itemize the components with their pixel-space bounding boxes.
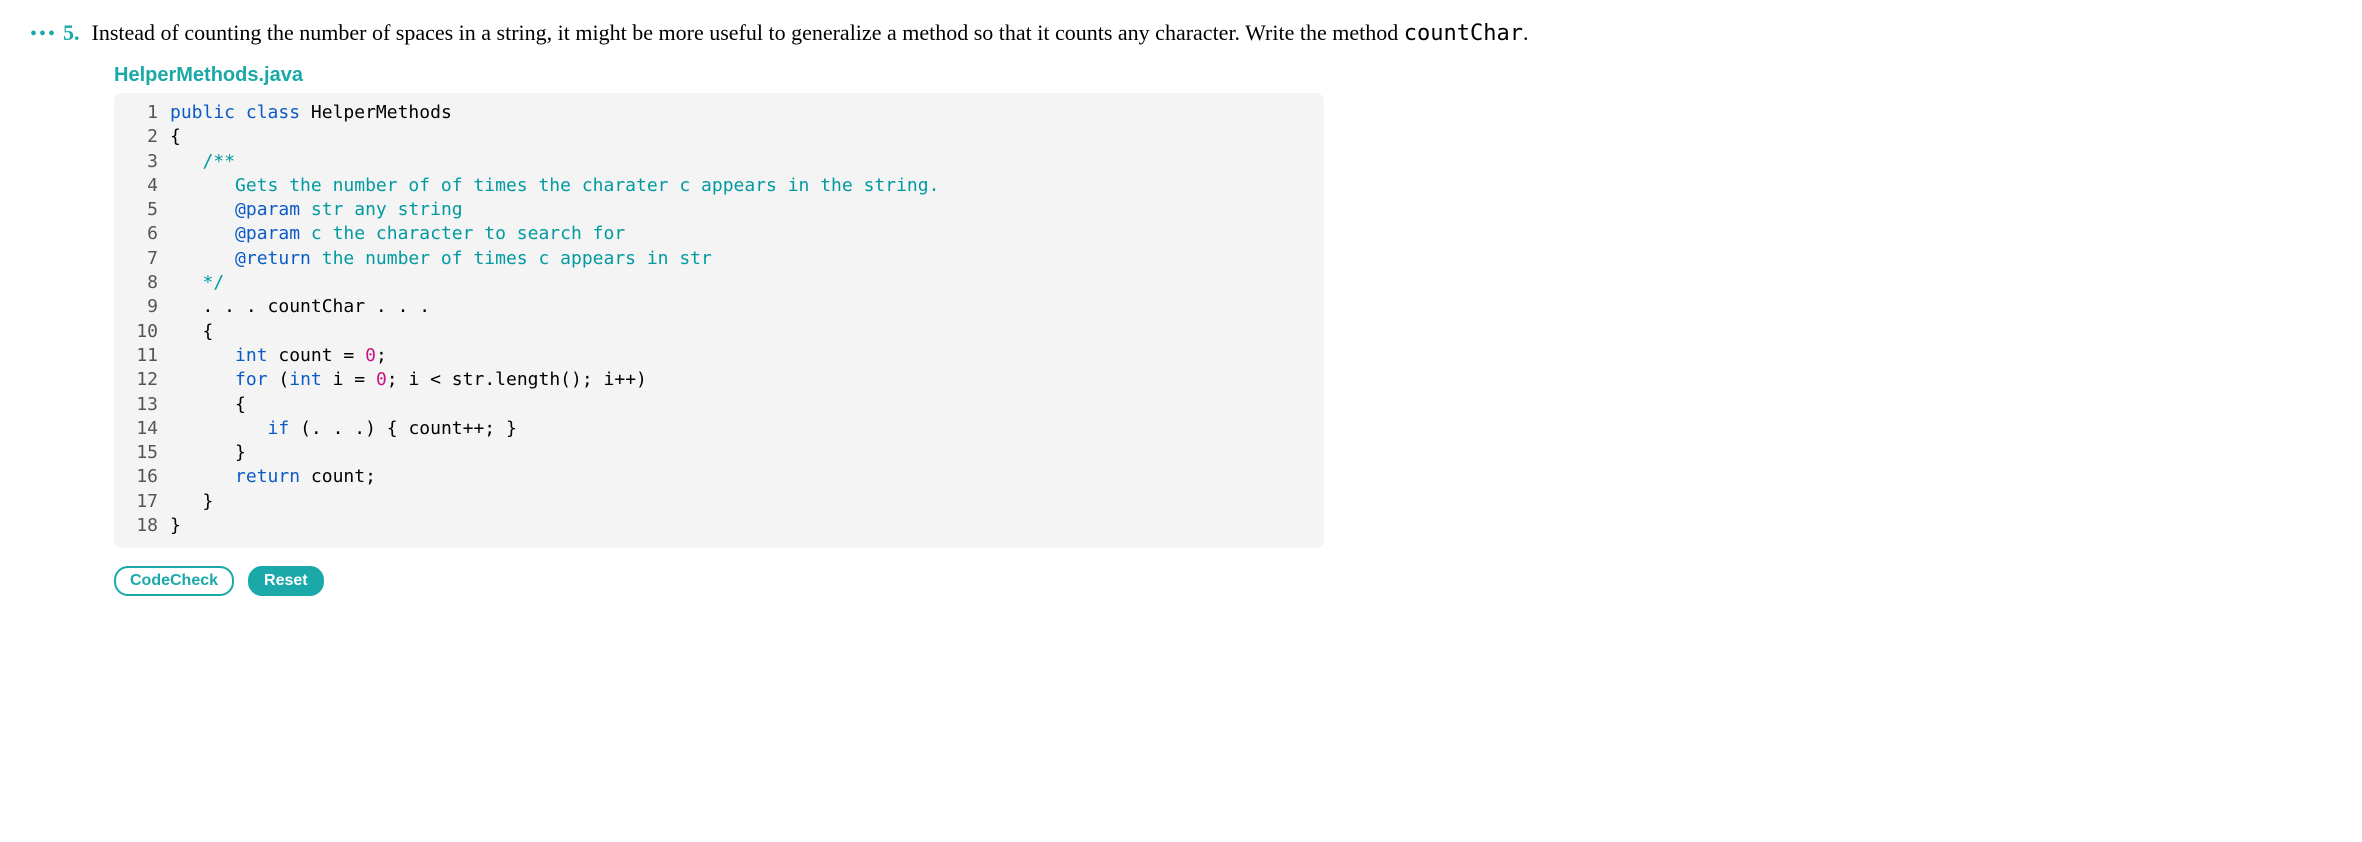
line-number: 17: [124, 490, 158, 514]
line-number: 2: [124, 125, 158, 149]
code-content: @return the number of times c appears in…: [170, 247, 712, 271]
code-content: if (. . .) { count++; }: [170, 417, 517, 441]
code-content: . . . countChar . . .: [170, 295, 430, 319]
code-line: 14 if (. . .) { count++; }: [124, 417, 1310, 441]
code-content: for (int i = 0; i < str.length(); i++): [170, 368, 647, 392]
line-number: 9: [124, 295, 158, 319]
code-content: @param c the character to search for: [170, 222, 625, 246]
code-line: 3 /**: [124, 150, 1310, 174]
code-line: 11 int count = 0;: [124, 344, 1310, 368]
code-line: 9 . . . countChar . . .: [124, 295, 1310, 319]
code-line: 15 }: [124, 441, 1310, 465]
filename-label: HelperMethods.java: [114, 64, 2332, 87]
code-line: 18}: [124, 514, 1310, 538]
code-line: 1 public class HelperMethods: [124, 101, 1310, 125]
code-content: }: [170, 441, 246, 465]
line-number: 8: [124, 271, 158, 295]
code-editor[interactable]: 1public class HelperMethods2{3 /**4 Gets…: [114, 93, 1324, 548]
code-content: /**: [170, 150, 235, 174]
line-number: 4: [124, 174, 158, 198]
code-content: public class HelperMethods: [170, 101, 452, 125]
code-content: */: [170, 271, 224, 295]
code-content: return count;: [170, 465, 376, 489]
code-line: 4 Gets the number of of times the charat…: [124, 174, 1310, 198]
line-number: 11: [124, 344, 158, 368]
code-content: {: [170, 125, 181, 149]
problem-number: 5.: [63, 20, 80, 46]
difficulty-dots: •••: [30, 23, 57, 46]
line-number: 18: [124, 514, 158, 538]
code-content: int count = 0;: [170, 344, 387, 368]
reset-button[interactable]: Reset: [248, 566, 324, 596]
code-line: 6 @param c the character to search for: [124, 222, 1310, 246]
code-line: 13 {: [124, 393, 1310, 417]
button-row: CodeCheck Reset: [114, 566, 2332, 596]
code-line: 10 {: [124, 320, 1310, 344]
line-number: 12: [124, 368, 158, 392]
prompt-code-inline: countChar: [1404, 21, 1523, 46]
problem-prompt: Instead of counting the number of spaces…: [92, 20, 1529, 46]
prompt-suffix: .: [1523, 20, 1529, 45]
prompt-prefix: Instead of counting the number of spaces…: [92, 20, 1404, 45]
line-number: 5: [124, 198, 158, 222]
code-line: 7 @return the number of times c appears …: [124, 247, 1310, 271]
line-number: 6: [124, 222, 158, 246]
line-number: 3: [124, 150, 158, 174]
code-content: @param str any string: [170, 198, 463, 222]
code-content: Gets the number of of times the charater…: [170, 174, 939, 198]
line-number: 16: [124, 465, 158, 489]
code-line: 12 for (int i = 0; i < str.length(); i++…: [124, 368, 1310, 392]
line-number: 10: [124, 320, 158, 344]
line-number: 1: [124, 101, 158, 125]
code-content: }: [170, 490, 213, 514]
code-line: 8 */: [124, 271, 1310, 295]
code-line: 17 }: [124, 490, 1310, 514]
codecheck-button[interactable]: CodeCheck: [114, 566, 234, 596]
line-number: 13: [124, 393, 158, 417]
line-number: 14: [124, 417, 158, 441]
code-content: {: [170, 320, 213, 344]
code-line: 5 @param str any string: [124, 198, 1310, 222]
code-content: }: [170, 514, 181, 538]
code-line: 2{: [124, 125, 1310, 149]
line-number: 7: [124, 247, 158, 271]
problem-header: ••• 5. Instead of counting the number of…: [30, 20, 2332, 46]
code-line: 16 return count;: [124, 465, 1310, 489]
code-content: {: [170, 393, 246, 417]
line-number: 15: [124, 441, 158, 465]
